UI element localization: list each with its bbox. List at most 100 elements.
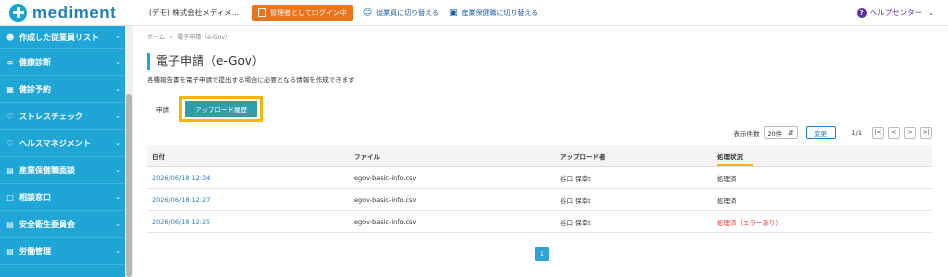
help-center-menu[interactable]: ? ヘルプセンター ⌄ xyxy=(856,7,934,18)
updown-arrow-icon: ⇵ xyxy=(788,128,794,137)
logo[interactable]: mediment xyxy=(9,3,139,23)
per-page-select[interactable]: 20件 ⇵ xyxy=(763,126,798,139)
date-link[interactable]: 2026/06/18 12:25 xyxy=(152,218,210,226)
chat-icon: □ xyxy=(6,192,14,202)
column-header-date: 日付 xyxy=(152,152,165,161)
person-icon: ☺ xyxy=(362,7,373,18)
main-content: ホーム › 電子申請（e-Gov） 電子申請（e-Gov） 各種報告書を電子申請… xyxy=(133,26,948,277)
logo-text: mediment xyxy=(32,2,117,22)
file-name: egov-basic-info.csv xyxy=(354,217,417,226)
uploader-name: 谷口 保幸t xyxy=(560,218,591,227)
admin-login-badge[interactable]: 管理者としてログイン中 xyxy=(252,4,353,21)
table-controls: 表示件数 20件 ⇵ 変更 1/1 |< < > >| xyxy=(734,126,932,139)
page-info: 1/1 xyxy=(851,128,862,137)
display-count-label: 表示件数 xyxy=(733,129,760,138)
sidebar-item-health-checkup[interactable]: ∞ 健康診断 ⌄ xyxy=(0,49,133,76)
date-link[interactable]: 2026/06/18 12:27 xyxy=(152,196,210,204)
people-list-icon: ☻ xyxy=(5,32,15,42)
sidebar-item-label: 相談窓口 xyxy=(19,192,51,202)
prev-page-button[interactable]: < xyxy=(888,126,900,139)
chevron-down-icon: ⌄ xyxy=(115,85,121,93)
sidebar-item-employee-list[interactable]: ☻ 作成した従業員リスト ⌄ xyxy=(0,26,133,49)
page-description: 各種報告書を電子申請で提出する場合に必要となる情報を作成できます xyxy=(147,76,355,84)
change-button[interactable]: 変更 xyxy=(805,126,836,139)
document-icon: ▤ xyxy=(6,219,14,229)
company-name: (デモ) 株式会社メディメ… xyxy=(149,8,240,17)
switch-occupational-health-label: 産業保健職に切り替える xyxy=(461,8,539,17)
uploader-name: 谷口 保幸t xyxy=(560,196,591,205)
sidebar-item-label: 産業保健職面談 xyxy=(19,165,75,175)
file-name: egov-basic-info.csv xyxy=(354,173,417,182)
top-header: mediment (デモ) 株式会社メディメ… 管理者としてログイン中 ☺ 従業… xyxy=(0,0,948,26)
chevron-down-icon: ⌄ xyxy=(115,166,121,174)
sidebar-item-label: 作成した従業員リスト xyxy=(19,32,99,42)
sidebar-item-occupational-interview[interactable]: ▤ 産業保健職面談 ⌄ xyxy=(0,157,133,184)
table-row: 2026/06/18 12:27 egov-basic-info.csv 谷口 … xyxy=(147,189,932,211)
sidebar-item-labor-management[interactable]: ▤ 労働管理 ⌄ xyxy=(0,238,133,265)
sidebar-item-label: 労働管理 xyxy=(19,246,51,256)
sidebar-item-label: ヘルスマネジメント xyxy=(19,138,91,148)
tab-bar: 申請 アップロード履歴 xyxy=(147,96,263,122)
file-name: egov-basic-info.csv xyxy=(354,195,417,204)
admin-login-label: 管理者としてログイン中 xyxy=(270,8,347,17)
breadcrumb-current: 電子申請（e-Gov） xyxy=(177,34,232,41)
table-row: 2026/06/18 12:34 egov-basic-info.csv 谷口 … xyxy=(147,167,932,189)
per-page-value: 20件 xyxy=(767,129,783,138)
chevron-down-icon: ⌄ xyxy=(115,112,121,120)
uploader-name: 谷口 保幸t xyxy=(560,174,591,183)
switch-employee-label: 従業員に切り替える xyxy=(376,8,439,17)
chevron-down-icon: ⌄ xyxy=(115,58,121,66)
person-card-icon: ▣ xyxy=(448,7,458,18)
tab-highlight-frame: アップロード履歴 xyxy=(179,96,263,122)
sidebar-item-safety-committee[interactable]: ▤ 安全衛生委員会 ⌄ xyxy=(0,211,133,238)
date-link[interactable]: 2026/06/18 12:34 xyxy=(152,174,210,182)
sidebar: ☻ 作成した従業員リスト ⌄ ∞ 健康診断 ⌄ ▦ 健診予約 ⌄ ♡ ストレスチ… xyxy=(0,26,133,277)
sidebar-item-label: 健診予約 xyxy=(19,84,51,94)
stethoscope-icon: ∞ xyxy=(6,57,14,67)
first-page-button[interactable]: |< xyxy=(872,126,884,139)
tab-upload-history[interactable]: アップロード履歴 xyxy=(185,101,257,117)
document-icon: ▤ xyxy=(6,246,14,256)
status-header-label: 処理状況 xyxy=(717,152,743,161)
table-row: 2026/06/18 12:25 egov-basic-info.csv 谷口 … xyxy=(147,211,932,233)
next-page-button[interactable]: > xyxy=(904,126,916,139)
help-center-label: ヘルプセンター xyxy=(869,8,923,17)
last-page-button[interactable]: >| xyxy=(920,126,932,139)
column-header-status: 処理状況 xyxy=(713,151,932,161)
logo-cross-icon xyxy=(9,3,27,22)
sidebar-item-stress-check[interactable]: ♡ ストレスチェック ⌄ xyxy=(0,103,133,130)
sidebar-item-label: 安全衛生委員会 xyxy=(19,219,75,229)
tab-apply[interactable]: 申請 xyxy=(156,104,169,114)
page-title: 電子申請（e-Gov） xyxy=(147,53,264,70)
breadcrumb-separator: › xyxy=(169,34,173,41)
sidebar-item-label: ストレスチェック xyxy=(19,111,83,121)
breadcrumb: ホーム › 電子申請（e-Gov） xyxy=(147,32,231,41)
status-text: 処理済 xyxy=(717,174,737,183)
breadcrumb-home[interactable]: ホーム xyxy=(147,34,165,41)
pagination-page-1[interactable]: 1 xyxy=(535,247,549,261)
heart-icon: ♡ xyxy=(6,111,14,121)
sidebar-scrollbar-thumb[interactable] xyxy=(126,94,132,277)
building-icon xyxy=(258,8,266,17)
question-icon: ? xyxy=(856,7,867,18)
sidebar-scrollbar[interactable] xyxy=(125,26,133,277)
sidebar-item-checkup-reservation[interactable]: ▦ 健診予約 ⌄ xyxy=(0,76,133,103)
chevron-down-icon: ⌄ xyxy=(115,247,121,255)
switch-to-occupational-health-link[interactable]: ▣ 産業保健職に切り替える xyxy=(449,8,538,18)
sidebar-item-health-management[interactable]: ♡ ヘルスマネジメント ⌄ xyxy=(0,130,133,157)
chevron-down-icon: ⌄ xyxy=(928,8,934,17)
status-text: 処理済 xyxy=(717,196,737,205)
chevron-down-icon: ⌄ xyxy=(115,220,121,228)
sidebar-item-consultation[interactable]: □ 相談窓口 ⌄ xyxy=(0,184,133,211)
table-header: 日付 ファイル アップロード者 処理状況 xyxy=(147,145,932,167)
chevron-down-icon: ⌄ xyxy=(115,32,121,40)
switch-to-employee-link[interactable]: ☺ 従業員に切り替える xyxy=(363,8,439,18)
upload-history-table: 日付 ファイル アップロード者 処理状況 2026/06/18 12:34 eg… xyxy=(147,145,932,233)
heart-icon: ♡ xyxy=(6,138,14,148)
chevron-down-icon: ⌄ xyxy=(115,193,121,201)
sidebar-item-label: 健康診断 xyxy=(19,57,51,67)
column-header-uploader: アップロード者 xyxy=(560,152,606,161)
chevron-down-icon: ⌄ xyxy=(115,139,121,147)
calendar-icon: ▦ xyxy=(6,84,14,94)
status-error-text: 処理済（エラーあり） xyxy=(717,218,782,227)
